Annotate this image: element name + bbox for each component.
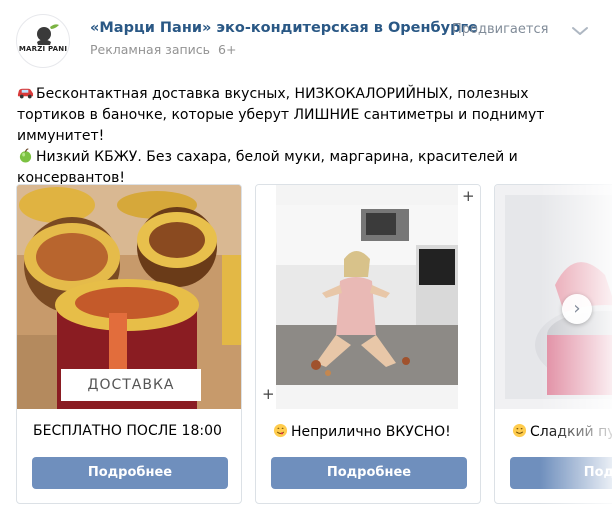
- card-title-text: Неприлично ВКУСНО!: [291, 424, 451, 440]
- marzi-pani-logo-icon: [37, 24, 59, 45]
- age-rating: 6+: [218, 42, 237, 57]
- card-title: Неприлично ВКУСНО!: [272, 423, 451, 440]
- chevron-down-icon[interactable]: [570, 24, 590, 38]
- jar-closeup-photo: [495, 185, 612, 409]
- ad-label-text: Рекламная запись: [90, 42, 211, 57]
- card-image-jar-closeup[interactable]: [495, 185, 612, 409]
- delivery-overlay-label: ДОСТАВКА: [61, 369, 201, 401]
- group-avatar[interactable]: MARZI PANI: [16, 14, 70, 68]
- plus-icon: +: [262, 385, 275, 403]
- carousel-card[interactable]: ДОСТАВКА БЕСПЛАТНО ПОСЛЕ 18:00 Подробнее: [16, 184, 242, 504]
- promoted-label: Продвигается: [452, 22, 549, 37]
- card-image-jars[interactable]: ДОСТАВКА: [17, 185, 241, 409]
- details-button[interactable]: Подробнее: [271, 457, 467, 489]
- post-text-line1: Бесконтактная доставка вкусных, НИЗКОКАЛ…: [17, 86, 545, 144]
- product-carousel[interactable]: ДОСТАВКА БЕСПЛАТНО ПОСЛЕ 18:00 Подробнее: [0, 184, 612, 512]
- card-title-text: Сладкий пут: [530, 424, 612, 440]
- carousel-card[interactable]: + + Неприлично ВКУСНО! Подробнее: [255, 184, 481, 504]
- card-title: Сладкий пут: [511, 423, 612, 440]
- carousel-card[interactable]: Сладкий пут Подро: [494, 184, 612, 504]
- post-text-paragraph-2: Низкий КБЖУ. Без сахара, белой муки, мар…: [17, 147, 597, 189]
- avatar-logo-text: MARZI PANI: [18, 45, 68, 53]
- details-button[interactable]: Подро: [510, 457, 612, 489]
- red-car-emoji: [17, 88, 34, 99]
- group-name-link[interactable]: «Марци Пани» эко-кондитерская в Оренбург…: [90, 20, 478, 36]
- woman-kitchen-photo: [256, 185, 480, 409]
- ad-label: Рекламная запись 6+: [90, 42, 236, 57]
- card-title: БЕСПЛАТНО ПОСЛЕ 18:00: [33, 423, 222, 439]
- smile-face-emoji: [512, 423, 527, 438]
- green-apple-emoji: [19, 148, 32, 163]
- details-button[interactable]: Подробнее: [32, 457, 228, 489]
- plus-icon: +: [462, 187, 475, 205]
- carousel-next-arrow-icon[interactable]: ›: [562, 294, 592, 324]
- post-text-line2: Низкий КБЖУ. Без сахара, белой муки, мар…: [17, 149, 518, 186]
- card-image-woman[interactable]: [256, 185, 480, 409]
- post-text-paragraph-1: Бесконтактная доставка вкусных, НИЗКОКАЛ…: [17, 84, 597, 147]
- yum-face-emoji: [273, 423, 288, 438]
